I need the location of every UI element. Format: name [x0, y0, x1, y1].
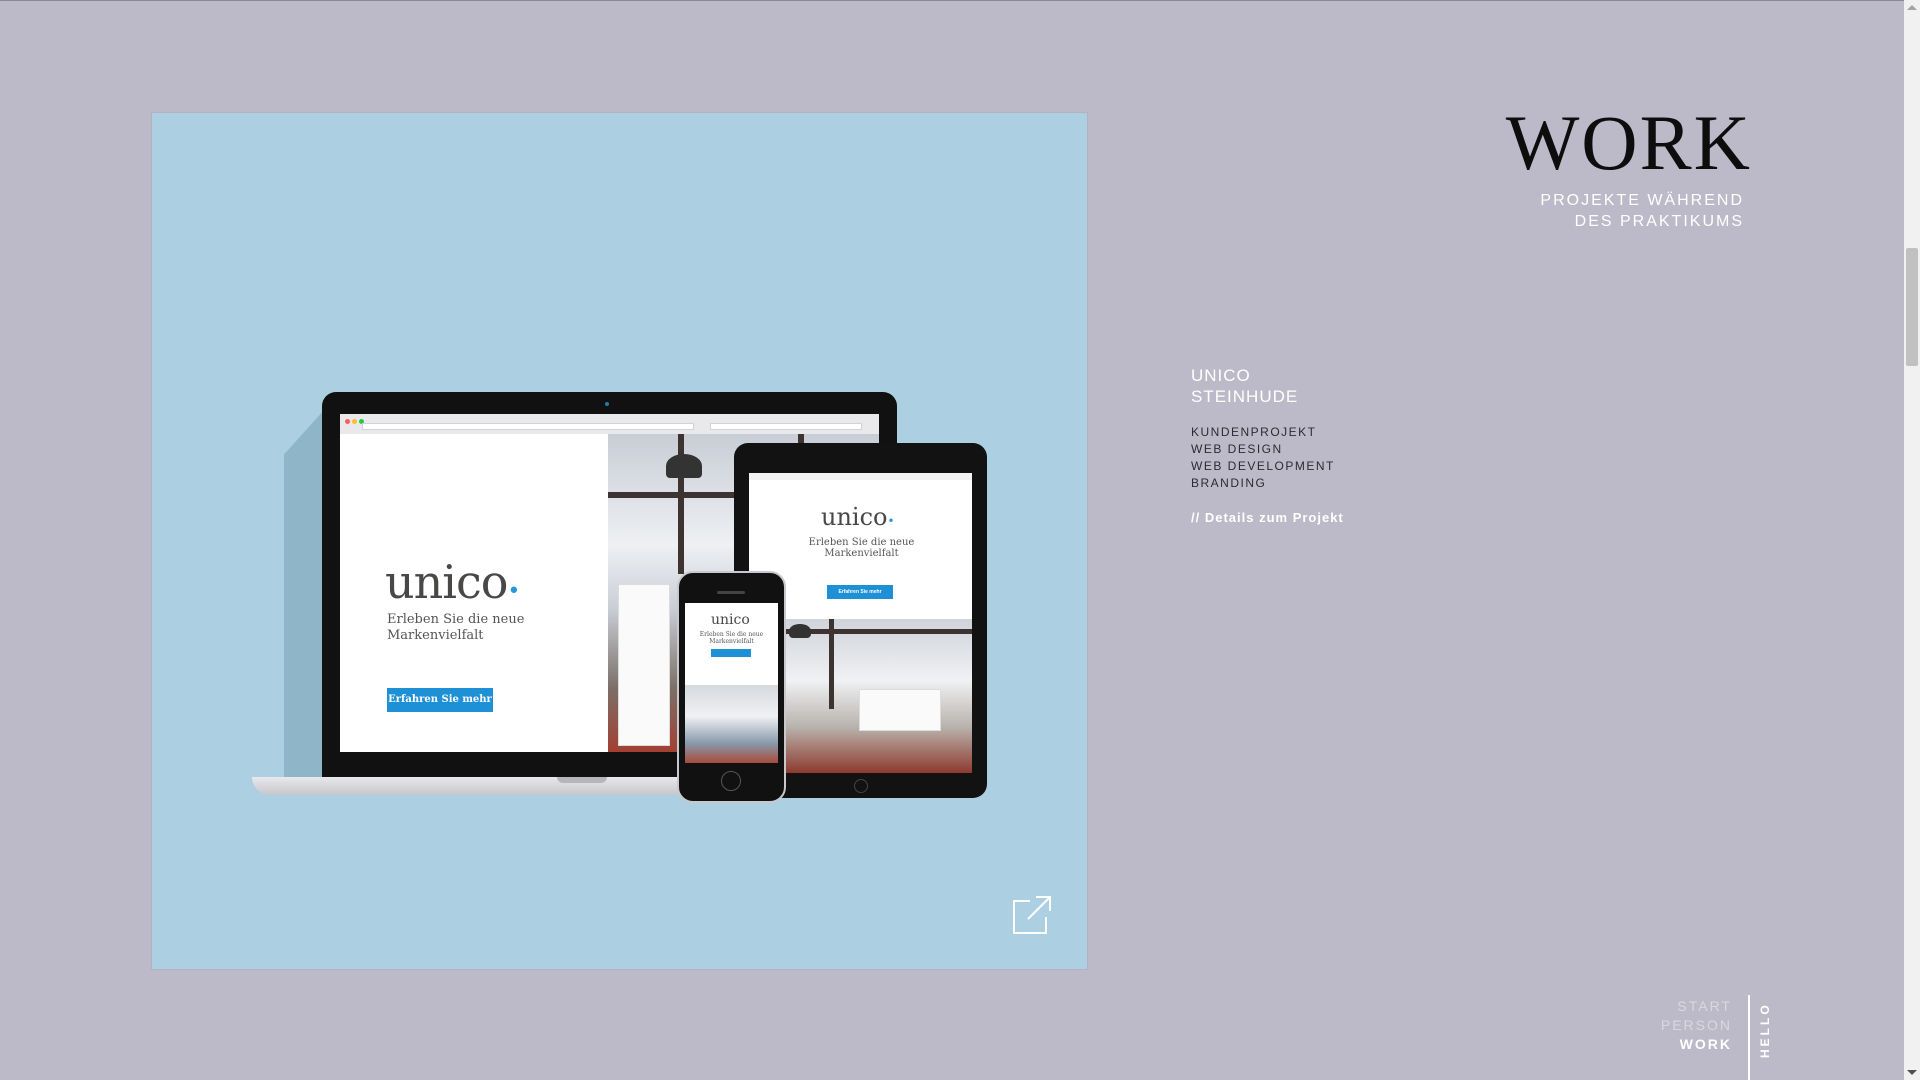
hero-tagline: Erleben Sie die neue Markenvielfalt [699, 631, 764, 645]
project-details-link[interactable]: // Details zum Projekt [1191, 510, 1344, 525]
window-close-dot [345, 419, 350, 424]
project-tag: KUNDENPROJEKT [1191, 425, 1317, 439]
unico-logo: unico [711, 612, 750, 628]
page-scrollbar[interactable] [1904, 0, 1920, 1080]
hero-tagline: Erleben Sie die neue Markenvielfalt [387, 612, 525, 643]
unico-logo: unico• [385, 555, 520, 609]
phone-mockup: unico Erleben Sie die neue Markenvielfal… [677, 571, 786, 803]
browser-bar [340, 414, 879, 435]
phone-screen: unico Erleben Sie die neue Markenvielfal… [685, 603, 778, 763]
window-minimize-dot [352, 419, 357, 424]
nav-divider [1748, 995, 1750, 1080]
scroll-up-arrow-icon[interactable] [1907, 5, 1917, 10]
phone-speaker [717, 591, 745, 594]
nav-item-work[interactable]: WORK [1661, 1035, 1732, 1054]
nav-item-start[interactable]: START [1661, 997, 1732, 1016]
project-tag: BRANDING [1191, 476, 1267, 490]
unico-logo: unico• [821, 503, 895, 531]
laptop-notch [557, 777, 607, 783]
phone-home-button [721, 771, 741, 791]
display-shelf [859, 689, 941, 731]
scroll-down-arrow-icon[interactable] [1907, 1070, 1917, 1075]
project-title: UNICO STEINHUDE [1191, 366, 1299, 406]
hero-cta-button: Erfahren Sie mehr [827, 585, 893, 599]
external-link-icon[interactable] [1010, 893, 1054, 937]
pendant-lamp [789, 624, 811, 638]
wall-beam [829, 619, 834, 709]
laptop-camera [605, 402, 609, 406]
page-title: WORK [1505, 99, 1752, 186]
tablet-status-bar [749, 473, 972, 480]
page-subtitle: PROJEKTE WÄHREND DES PRAKTIKUMS [1540, 192, 1744, 230]
section-nav: START PERSON WORK [1661, 997, 1732, 1054]
project-tag: WEB DESIGN [1191, 442, 1283, 456]
laptop-hero-panel: unico• Erleben Sie die neue Markenvielfa… [340, 434, 608, 752]
project-preview-card[interactable]: unico• Erleben Sie die neue Markenvielfa… [152, 113, 1087, 969]
shoe-shelf [618, 584, 670, 746]
project-tag: WEB DEVELOPMENT [1191, 459, 1335, 473]
nav-item-person[interactable]: PERSON [1661, 1016, 1732, 1035]
tablet-home-button [854, 779, 868, 793]
browser-search-bar [710, 423, 862, 430]
pendant-lamp [666, 454, 702, 478]
store-photo [685, 685, 778, 763]
browser-url-bar [362, 423, 694, 430]
hero-cta-button [711, 649, 751, 657]
top-border [0, 0, 1904, 1]
hero-tagline: Erleben Sie die neue Markenvielfalt [808, 537, 915, 559]
scrollbar-thumb[interactable] [1906, 248, 1918, 366]
hello-link[interactable]: HELLO [1758, 1000, 1774, 1060]
project-tags: KUNDENPROJEKT WEB DESIGN WEB DEVELOPMENT… [1191, 424, 1335, 492]
hero-cta-button: Erfahren Sie mehr [387, 688, 493, 712]
